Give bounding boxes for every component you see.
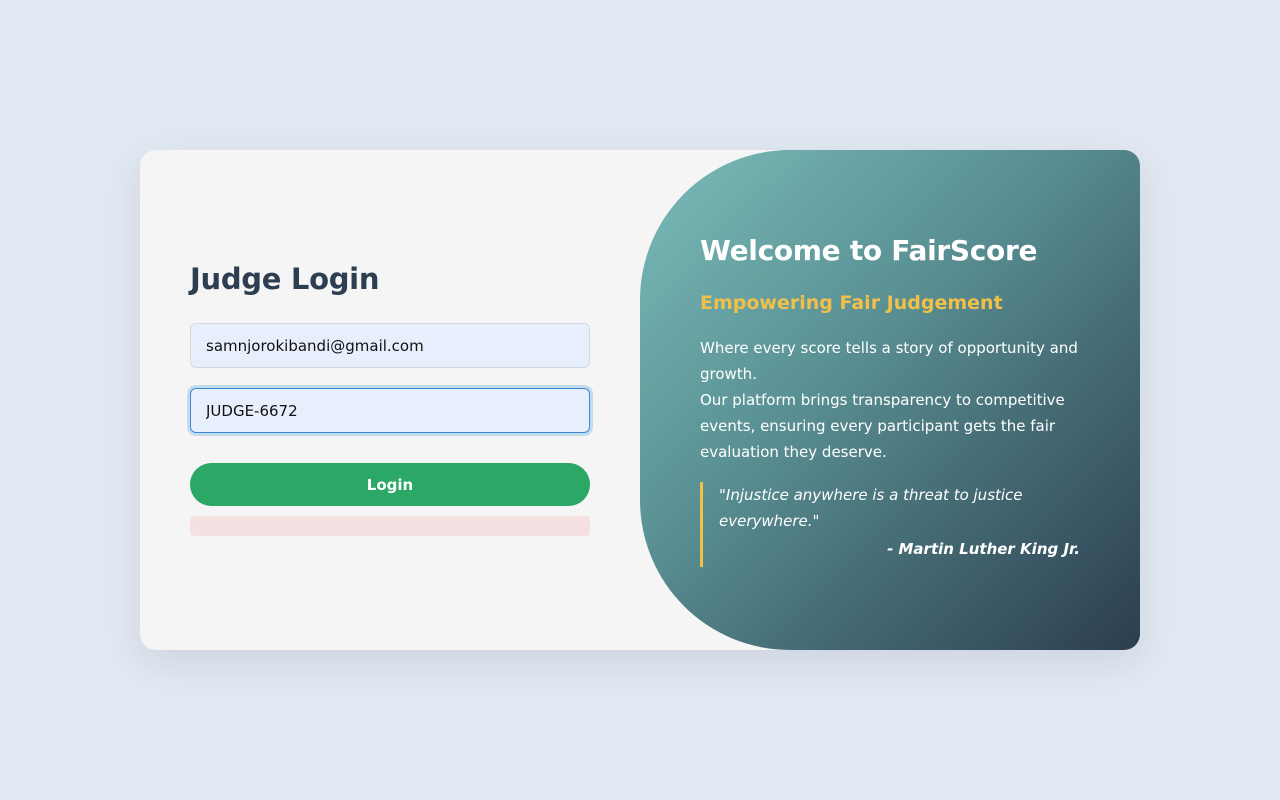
tagline: Empowering Fair Judgement [700,292,1003,314]
welcome-title: Welcome to FairScore [700,234,1038,267]
login-panel: Judge Login Login [140,150,640,650]
quote-author: - Martin Luther King Jr. [887,540,1080,558]
description: Where every score tells a story of oppor… [700,335,1080,465]
welcome-panel: Welcome to FairScore Empowering Fair Jud… [640,150,1140,650]
login-button[interactable]: Login [190,463,590,506]
email-input[interactable] [190,323,590,368]
login-card: Judge Login Login Welcome to FairScore E… [140,150,1140,650]
error-message [190,516,590,536]
description-line-2: Our platform brings transparency to comp… [700,391,1065,461]
login-title: Judge Login [190,262,380,296]
quote-block: "Injustice anywhere is a threat to justi… [700,482,1080,567]
description-line-1: Where every score tells a story of oppor… [700,339,1078,383]
quote-text: "Injustice anywhere is a threat to justi… [719,486,1023,530]
judge-code-input[interactable] [190,388,590,433]
